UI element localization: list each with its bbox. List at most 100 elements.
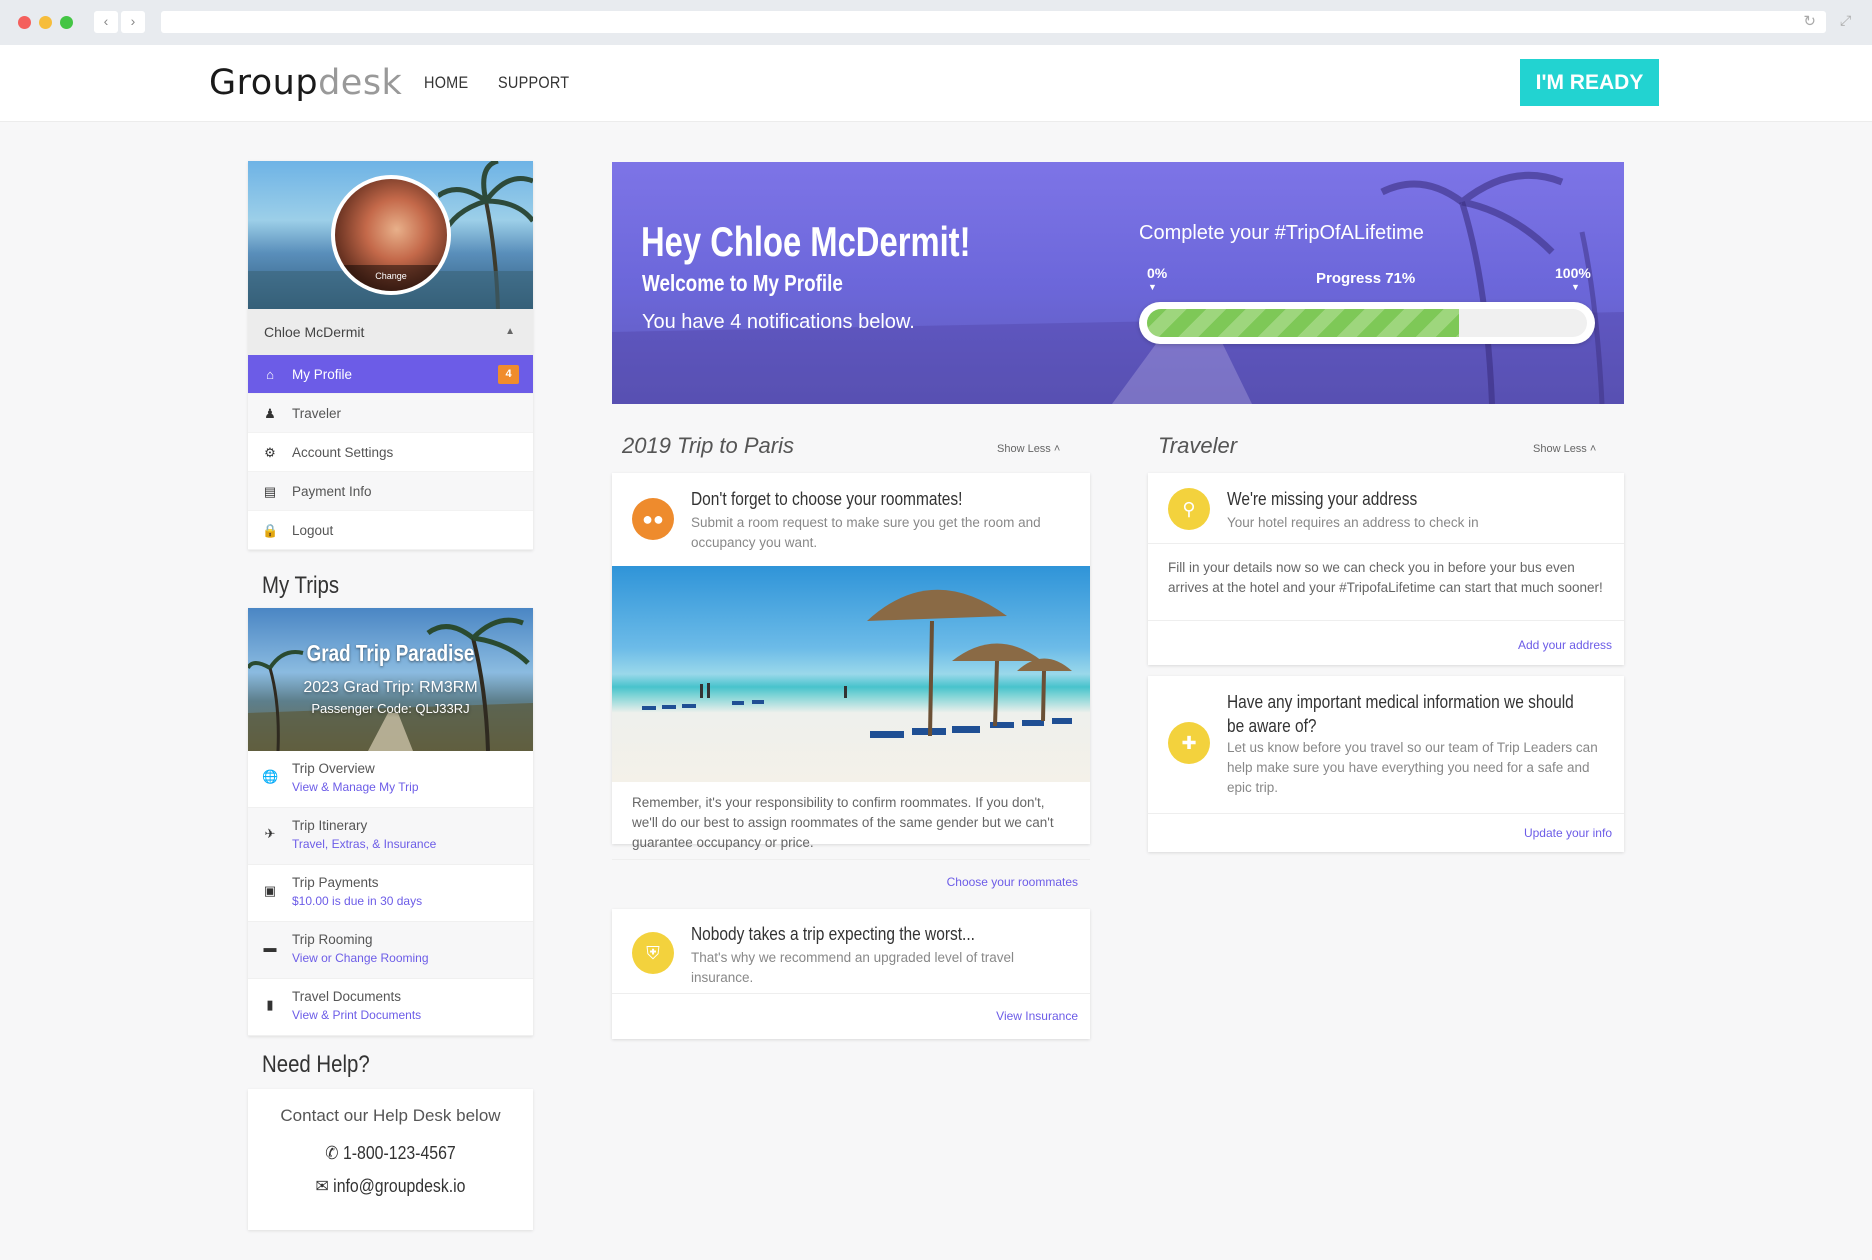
trip-column-heading: 2019 Trip to Paris [622,433,795,458]
credit-card-icon: ▤ [263,484,277,499]
menu-item-payment-info[interactable]: ▤ Payment Info [248,472,533,511]
page: Groupdesk HOME SUPPORT I'M READY Change … [0,45,1872,1260]
progress-heading: Complete your #TripOfALifetime [1139,222,1424,244]
phone-number: 1-800-123-4567 [342,1143,456,1163]
logo-text-dark: Group [209,63,319,103]
menu-item-label: Payment Info [292,484,372,499]
beach-photo [612,566,1090,782]
profile-name-toggle[interactable]: Chloe McDermit ▲ [248,309,533,355]
card-divider [1148,543,1624,544]
sidebar: Change Chloe McDermit ▲ ⌂ My Profile 4 ♟… [248,161,533,1230]
menu-item-my-profile[interactable]: ⌂ My Profile 4 [248,355,533,394]
choose-roommates-link[interactable]: Choose your roommates [947,875,1078,889]
trip-item-link[interactable]: View & Print Documents [292,1008,533,1022]
trip-item-link[interactable]: View & Manage My Trip [292,780,533,794]
address-card: ⚲ We're missing your address Your hotel … [1148,473,1624,665]
plane-icon: ✈ [264,826,276,841]
medical-card: ✚ Have any important medical information… [1148,676,1624,852]
trip-item-payments[interactable]: ▣ Trip Payments $10.00 is due in 30 days [248,865,533,922]
close-window-dot[interactable] [18,16,31,29]
minimize-window-dot[interactable] [39,16,52,29]
trip-item-documents[interactable]: ▮ Travel Documents View & Print Document… [248,979,533,1036]
progress-bar [1139,302,1595,344]
map-marker-icon: ⚲ [1168,488,1210,530]
add-address-link[interactable]: Add your address [1518,638,1612,652]
file-icon: ▮ [266,997,274,1012]
traveler-show-less-toggle[interactable]: Show Less ˄ [1533,443,1596,455]
trip-banner-image[interactable]: Grad Trip Paradise 2023 Grad Trip: RM3RM… [248,608,533,751]
avatar[interactable]: Change [331,175,451,295]
im-ready-button[interactable]: I'M READY [1520,59,1659,106]
insurance-title: Nobody takes a trip expecting the worst.… [691,924,975,944]
trip-item-link[interactable]: $10.00 is due in 30 days [292,894,533,908]
trip-item-overview[interactable]: 🌐 Trip Overview View & Manage My Trip [248,751,533,808]
hero-greeting: Hey Chloe McDermit! [641,218,971,265]
gears-icon: ⚙ [264,445,276,460]
browser-chrome: ‹ › ↻ ⤢ [0,0,1872,45]
card-divider [1148,620,1624,621]
card-divider [1148,813,1624,814]
trip-item-label: Trip Payments [292,875,379,890]
beach-scenery [642,589,1072,738]
forward-arrow-icon[interactable]: › [121,11,145,33]
groupdesk-logo[interactable]: Groupdesk [209,63,402,103]
profile-name: Chloe McDermit [264,324,365,340]
roommates-body: Remember, it's your responsibility to co… [632,795,1054,850]
fullscreen-icon[interactable]: ⤢ [1840,12,1851,29]
address-bar[interactable]: ↻ [161,11,1826,33]
nav-home-link[interactable]: HOME [424,73,468,93]
back-arrow-icon[interactable]: ‹ [94,11,118,33]
help-phone[interactable]: ✆ 1-800-123-4567 [265,1143,516,1164]
caret-down-icon: ▼ [1148,282,1157,292]
caret-down-icon: ▼ [1571,282,1580,292]
menu-item-label: Account Settings [292,445,394,460]
lock-icon: 🔒 [262,523,279,538]
card-divider [612,859,1090,860]
profile-card: Change Chloe McDermit ▲ ⌂ My Profile 4 ♟… [248,161,533,550]
passenger-code: Passenger Code: QLJ33RJ [311,701,470,716]
address-desc: Your hotel requires an address to check … [1227,515,1479,530]
show-less-label: Show Less [997,443,1051,455]
trip-item-link[interactable]: View or Change Rooming [292,951,533,965]
menu-item-traveler[interactable]: ♟ Traveler [248,394,533,433]
medical-desc: Let us know before you travel so our tea… [1227,740,1598,795]
globe-icon: 🌐 [262,769,279,784]
roommates-desc: Submit a room request to make sure you g… [691,515,1041,550]
trip-item-label: Trip Rooming [292,932,373,947]
nav-support-link[interactable]: SUPPORT [498,73,569,93]
maximize-window-dot[interactable] [60,16,73,29]
address-title: We're missing your address [1227,489,1418,509]
bed-icon: ▬ [263,940,277,955]
trip-name: Grad Trip Paradise [306,640,475,666]
trip-item-link[interactable]: Travel, Extras, & Insurance [292,837,533,851]
reload-icon[interactable]: ↻ [1803,12,1816,30]
update-info-link[interactable]: Update your info [1524,826,1612,840]
view-insurance-link[interactable]: View Insurance [996,1009,1078,1023]
money-icon: ▣ [263,883,277,898]
menu-item-account-settings[interactable]: ⚙ Account Settings [248,433,533,472]
menu-item-logout[interactable]: 🔒 Logout [248,511,533,550]
shield-icon: ⛨ [632,932,674,974]
progress-track [1147,309,1587,337]
traveler-column-heading: Traveler [1158,433,1238,458]
medical-title: Have any important medical information w… [1227,692,1574,736]
change-avatar-label[interactable]: Change [335,265,447,291]
insurance-desc: That's why we recommend an upgraded leve… [691,950,1014,985]
envelope-icon: ✉ [315,1176,334,1196]
progress-fill [1147,309,1460,337]
help-email[interactable]: ✉ info@groupdesk.io [265,1176,516,1197]
card-divider [612,993,1090,994]
trip-show-less-toggle[interactable]: Show Less ˄ [997,443,1060,455]
caret-up-icon: ˄ [1589,443,1597,455]
group-icon: ●● [632,498,674,540]
trip-item-rooming[interactable]: ▬ Trip Rooming View or Change Rooming [248,922,533,979]
progress-min-label: 0% [1147,265,1168,281]
roommates-title: Don't forget to choose your roommates! [691,489,963,509]
show-less-label: Show Less [1533,443,1587,455]
menu-item-label: Logout [292,523,334,538]
trip-item-itinerary[interactable]: ✈ Trip Itinerary Travel, Extras, & Insur… [248,808,533,865]
trip-item-label: Trip Overview [292,761,375,776]
hero-subtitle: Welcome to My Profile [642,270,843,296]
caret-up-icon: ▲ [505,326,515,337]
help-desk-text: Contact our Help Desk below [280,1106,501,1125]
